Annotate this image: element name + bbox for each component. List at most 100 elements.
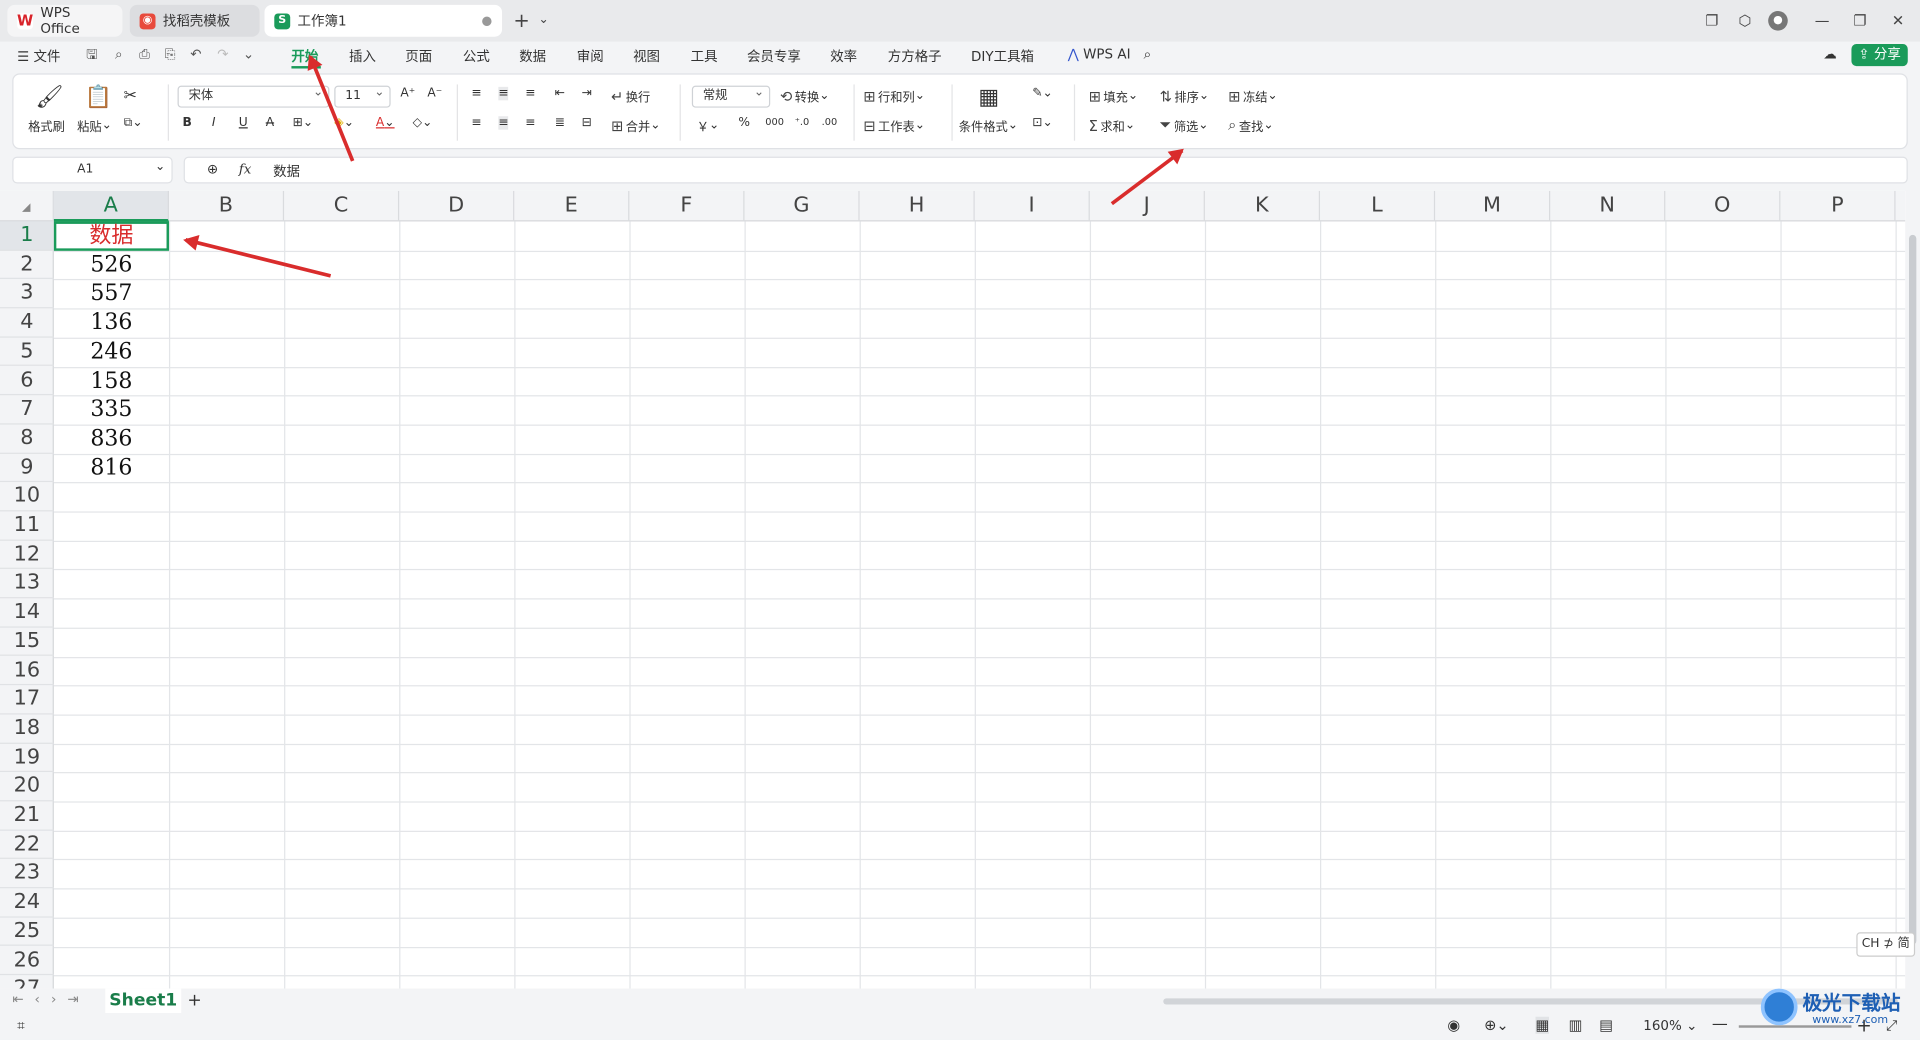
focus-mode-icon[interactable]: ⊕⌄ [1484, 1017, 1509, 1034]
indent-decrease-icon[interactable]: ⇤ [555, 87, 565, 100]
row-header-19[interactable]: 19 [0, 743, 54, 773]
tab-workbook[interactable]: S 工作簿1 ● [264, 4, 503, 37]
more-chevron-icon[interactable]: ⌄ [240, 46, 257, 63]
column-header-f[interactable]: F [629, 190, 745, 222]
paste-button[interactable]: 粘贴 ⌄ [77, 116, 112, 135]
minimize-icon[interactable]: — [1812, 11, 1832, 31]
scrollbar-thumb[interactable] [1908, 234, 1917, 945]
undo-icon[interactable]: ↶ [187, 46, 204, 63]
cube-icon[interactable]: ⬡ [1735, 11, 1755, 31]
normal-view-icon[interactable]: ▦ [1535, 1016, 1550, 1034]
copy-icon[interactable]: ⧉⌄ [124, 116, 143, 129]
row-header-22[interactable]: 22 [0, 830, 54, 860]
cell-a9[interactable]: 816 [54, 453, 169, 482]
row-col-button[interactable]: ⊞ 行和列 ⌄ [863, 87, 925, 105]
row-header-21[interactable]: 21 [0, 801, 54, 831]
row-header-14[interactable]: 14 [0, 598, 54, 628]
column-header-b[interactable]: B [169, 190, 285, 222]
cell-a3[interactable]: 557 [54, 279, 169, 308]
sort-button[interactable]: ⇅ 排序 ⌄ [1160, 87, 1210, 105]
number-format-select[interactable]: 常规 [691, 83, 771, 108]
close-icon[interactable]: ✕ [1888, 11, 1908, 31]
tab-template[interactable]: ◉ 找稻壳模板 [129, 4, 260, 37]
cell-a5[interactable]: 246 [54, 337, 169, 366]
page-layout-view-icon[interactable]: ▥ [1569, 1017, 1583, 1034]
font-color-icon[interactable]: A ⌄ [376, 116, 395, 129]
select-all-corner[interactable]: ◢ [0, 190, 54, 222]
clear-icon[interactable]: ◇⌄ [413, 116, 433, 129]
row-header-5[interactable]: 5 [0, 337, 54, 367]
column-header-n[interactable]: N [1550, 190, 1666, 222]
wps-ai-button[interactable]: ⋀ WPS AI [1068, 46, 1131, 62]
font-family-select[interactable]: 宋体 [177, 83, 330, 108]
column-header-e[interactable]: E [514, 190, 630, 222]
decimal-increase-icon[interactable]: ⁺.0 [795, 116, 810, 127]
restore-icon[interactable]: ❐ [1850, 11, 1870, 31]
tab-formula[interactable]: 公式 [463, 46, 490, 66]
cell-a6[interactable]: 158 [54, 366, 169, 395]
unsaved-dot-icon[interactable]: ● [482, 14, 493, 27]
tab-wps-home[interactable]: W WPS Office [7, 4, 123, 37]
merge-button[interactable]: ⊞ 合并 ⌄ [611, 116, 661, 135]
row-header-13[interactable]: 13 [0, 569, 54, 599]
row-header-16[interactable]: 16 [0, 656, 54, 686]
row-header-23[interactable]: 23 [0, 859, 54, 889]
print-icon[interactable]: ⎙ [136, 46, 153, 63]
cell-a1-selected[interactable]: 数据 [53, 221, 169, 251]
align-right-icon[interactable]: ≡ [525, 116, 535, 129]
row-header-8[interactable]: 8 [0, 424, 54, 454]
column-header-j[interactable]: J [1090, 190, 1205, 222]
tab-page[interactable]: 页面 [405, 46, 432, 66]
underline-icon[interactable]: U [239, 116, 248, 129]
formula-input[interactable]: ⊕ fx 数据 [183, 156, 1908, 184]
column-header-m[interactable]: M [1435, 190, 1551, 222]
avatar[interactable]: ● [1768, 11, 1788, 31]
tab-efficiency[interactable]: 效率 [830, 46, 857, 66]
column-header-d[interactable]: D [399, 190, 515, 222]
tab-view[interactable]: 视图 [633, 46, 660, 66]
decimal-decrease-icon[interactable]: .00 [822, 116, 838, 127]
comment-icon[interactable]: ☁ [1823, 46, 1836, 62]
worksheet-button[interactable]: ⊟ 工作表 ⌄ [863, 116, 925, 135]
column-header-c[interactable]: C [284, 190, 400, 222]
distribute-icon[interactable]: ⊟ [582, 116, 592, 129]
row-header-12[interactable]: 12 [0, 540, 54, 570]
save-icon[interactable]: 🖫 [83, 46, 100, 63]
cell-style-icon[interactable]: ✎⌄ [1032, 87, 1053, 100]
page-break-view-icon[interactable]: ▤ [1599, 1017, 1613, 1034]
sheet-tab-sheet1[interactable]: Sheet1 [105, 988, 182, 1014]
row-header-3[interactable]: 3 [0, 279, 54, 309]
tab-insert[interactable]: 插入 [349, 46, 376, 66]
column-header-i[interactable]: I [975, 190, 1090, 222]
row-header-4[interactable]: 4 [0, 308, 54, 338]
align-top-icon[interactable]: ≡ [471, 87, 481, 100]
tab-diy[interactable]: DIY工具箱 [971, 46, 1034, 66]
open-icon[interactable]: ⌕ [110, 46, 127, 63]
align-middle-icon[interactable]: ≡ [498, 86, 509, 101]
column-header-o[interactable]: O [1665, 190, 1781, 222]
tab-data[interactable]: 数据 [519, 46, 546, 66]
row-header-18[interactable]: 18 [0, 714, 54, 744]
align-left-icon[interactable]: ≡ [471, 116, 481, 129]
format-painter-icon[interactable]: 🖌 [36, 84, 64, 110]
row-header-24[interactable]: 24 [0, 888, 54, 918]
zoom-level[interactable]: 160% ⌄ [1643, 1018, 1697, 1034]
percent-button[interactable]: % [738, 116, 750, 129]
row-header-10[interactable]: 10 [0, 482, 54, 512]
redo-icon[interactable]: ↷ [214, 46, 231, 63]
freeze-button[interactable]: ⊞ 冻结 ⌄ [1228, 87, 1278, 105]
fx-icon[interactable]: fx [239, 162, 252, 178]
row-header-6[interactable]: 6 [0, 366, 54, 396]
row-header-20[interactable]: 20 [0, 772, 54, 802]
row-header-2[interactable]: 2 [0, 250, 54, 280]
row-header-25[interactable]: 25 [0, 917, 54, 947]
currency-button[interactable]: ￥ ⌄ [697, 116, 720, 135]
column-header-a[interactable]: A [53, 190, 169, 222]
ime-indicator[interactable]: CH ⊅ 简 [1856, 932, 1916, 957]
wrap-text-button[interactable]: ↵ 换行 [611, 87, 650, 105]
font-size-select[interactable]: 11 [334, 83, 391, 108]
justify-icon[interactable]: ≣ [555, 116, 565, 129]
strikethrough-icon[interactable]: A [266, 116, 274, 129]
align-center-icon[interactable]: ≡ [498, 116, 509, 130]
tab-review[interactable]: 审阅 [577, 46, 604, 66]
